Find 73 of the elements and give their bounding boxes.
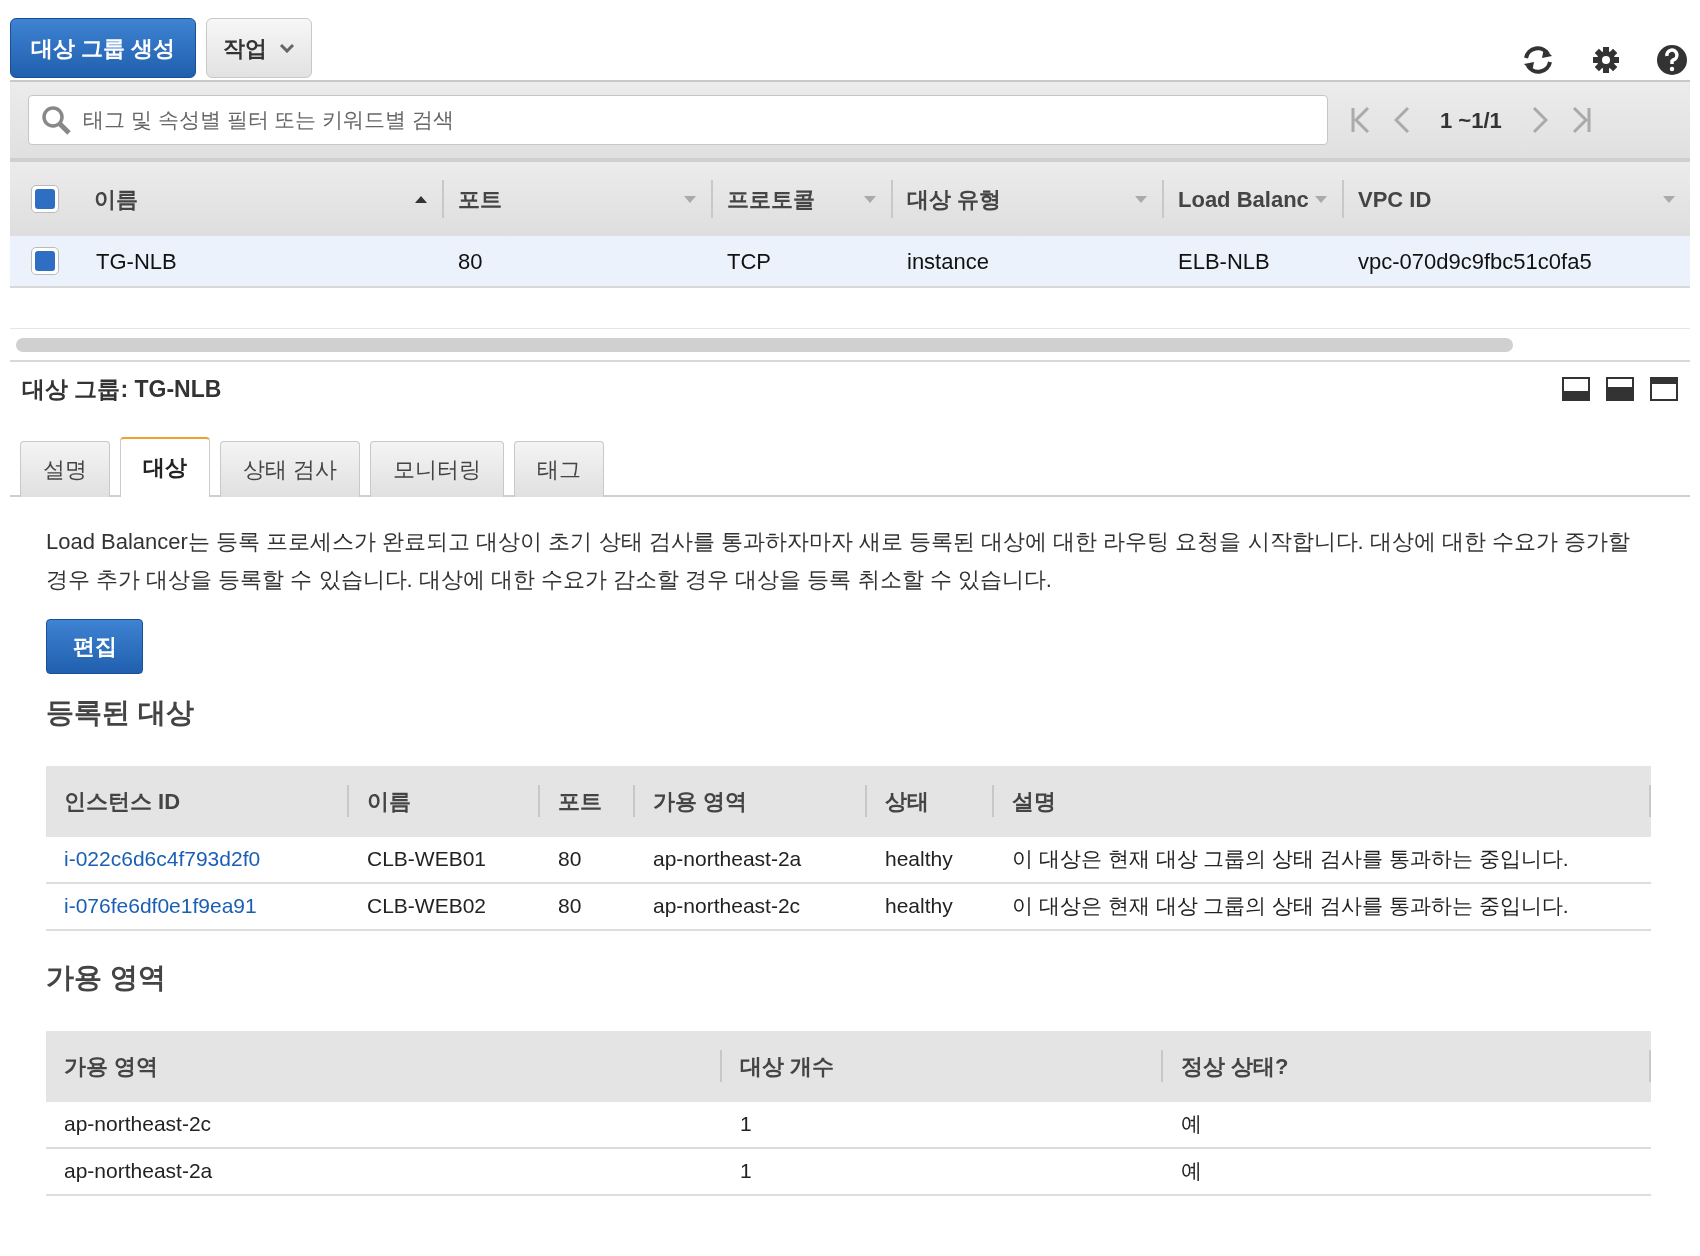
table-cell: ap-northeast-2a — [64, 1159, 213, 1183]
caret-icon — [279, 43, 296, 53]
tab[interactable]: 상태 검사 — [220, 440, 361, 497]
split-panel-icon[interactable] — [1606, 377, 1634, 402]
column-header[interactable]: 포트 — [458, 182, 502, 216]
column-header[interactable]: VPC ID — [1358, 182, 1432, 216]
previous-page-icon[interactable] — [1394, 106, 1410, 134]
column-header[interactable]: 프로토콜 — [727, 182, 815, 216]
table-cell: ap-northeast-2c — [64, 1112, 212, 1136]
column-header: 가용 영역 — [653, 787, 748, 816]
top-panel-icon[interactable] — [1650, 377, 1678, 402]
details-title: 대상 그룹: TG-NLB — [22, 375, 222, 404]
bottom-panel-icon[interactable] — [1562, 377, 1590, 402]
tab[interactable]: 설명 — [20, 440, 110, 497]
table-cell: 예 — [1181, 1112, 1202, 1136]
section-heading: 등록된 대상 — [46, 695, 195, 730]
sort-icon[interactable] — [1662, 194, 1676, 204]
table-cell: 80 — [558, 894, 582, 918]
first-page-icon[interactable] — [1350, 106, 1372, 134]
table-cell: ELB-NLB — [1178, 248, 1270, 274]
sort-icon[interactable] — [1134, 194, 1148, 204]
tab[interactable]: 모니터링 — [370, 440, 505, 497]
table-cell: CLB-WEB02 — [367, 894, 487, 918]
table-row[interactable]: TG-NLB 80 TCP instance ELB-NLB vpc-070d9c9fbc51c0fa5 — [10, 236, 1690, 288]
tab[interactable]: 대상 — [120, 436, 210, 497]
sort-icon[interactable] — [1314, 194, 1328, 204]
column-header: 상태 — [885, 787, 929, 816]
column-header: 이름 — [367, 787, 411, 816]
scroll-bar[interactable] — [16, 338, 1513, 352]
table-cell: TG-NLB — [96, 248, 177, 274]
checkbox[interactable] — [31, 185, 59, 213]
checkbox[interactable] — [31, 247, 59, 275]
help-icon[interactable] — [1656, 44, 1688, 76]
description-text: Load Balancer는 등록 프로세스가 완료되고 대상이 초기 상태 검사를 통과하자마자 새로 등록된 대상에 대한 라우팅 요청을 시작합니다. 대상에 대한 수요가 증가할 경우 추가 대상을 등록할 수 있습니다. 대상에 대한 수요가 감소할 경우 대상을 등록 취소할 수 있습니다. — [46, 527, 1632, 594]
column-header: 대상 개수 — [740, 1052, 835, 1081]
table-cell: 1 — [740, 1159, 752, 1183]
settings-icon[interactable] — [1592, 46, 1620, 74]
column-header: 가용 영역 — [64, 1052, 159, 1081]
column-header[interactable]: 이름 — [94, 182, 138, 216]
actions-button[interactable]: 작업 — [206, 18, 313, 78]
table-cell: TCP — [727, 248, 771, 274]
table-cell: ap-northeast-2c — [653, 894, 801, 918]
column-header: 설명 — [1012, 787, 1056, 816]
edit-button[interactable]: 편집 — [46, 618, 143, 674]
table-cell: 이 대상은 현재 대상 그룹의 상태 검사를 통과하는 중입니다. — [1012, 847, 1569, 871]
table-cell: 80 — [558, 847, 582, 871]
table-cell: healthy — [885, 894, 953, 918]
table-cell: vpc-070d9c9fbc51c0fa5 — [1358, 248, 1592, 274]
sort-icon[interactable] — [683, 194, 697, 204]
sort-ascending-icon[interactable] — [414, 194, 428, 204]
sort-icon[interactable] — [863, 194, 877, 204]
table-cell: ap-northeast-2a — [653, 847, 802, 871]
table-cell: instance — [907, 248, 989, 274]
column-header[interactable]: 대상 유형 — [907, 182, 1002, 216]
column-header: 정상 상태? — [1181, 1052, 1289, 1081]
search-field[interactable]: 태그 및 속성별 필터 또는 키워드별 검색 — [28, 95, 1328, 145]
table-cell: 예 — [1181, 1159, 1202, 1183]
table-cell: 80 — [458, 248, 483, 274]
table-cell: CLB-WEB01 — [367, 847, 487, 871]
section-heading: 가용 영역 — [46, 960, 167, 995]
column-header: 인스턴스 ID — [64, 787, 181, 816]
instance-link[interactable]: i-076fe6df0e1f9ea91 — [64, 894, 257, 918]
table-cell: healthy — [885, 847, 953, 871]
page-range: 1 ~1/1 — [1440, 106, 1502, 135]
column-header[interactable]: Load Balanc — [1178, 182, 1309, 216]
tab[interactable]: 태그 — [514, 440, 605, 497]
table-cell: 이 대상은 현재 대상 그룹의 상태 검사를 통과하는 중입니다. — [1012, 894, 1569, 918]
next-page-icon[interactable] — [1531, 106, 1548, 134]
create-target-group-button[interactable]: 대상 그룹 생성 — [10, 18, 197, 78]
search-icon — [40, 104, 72, 136]
column-header: 포트 — [558, 787, 602, 816]
table-cell: 1 — [740, 1112, 752, 1136]
instance-link[interactable]: i-022c6d6c4f793d2f0 — [64, 847, 261, 871]
